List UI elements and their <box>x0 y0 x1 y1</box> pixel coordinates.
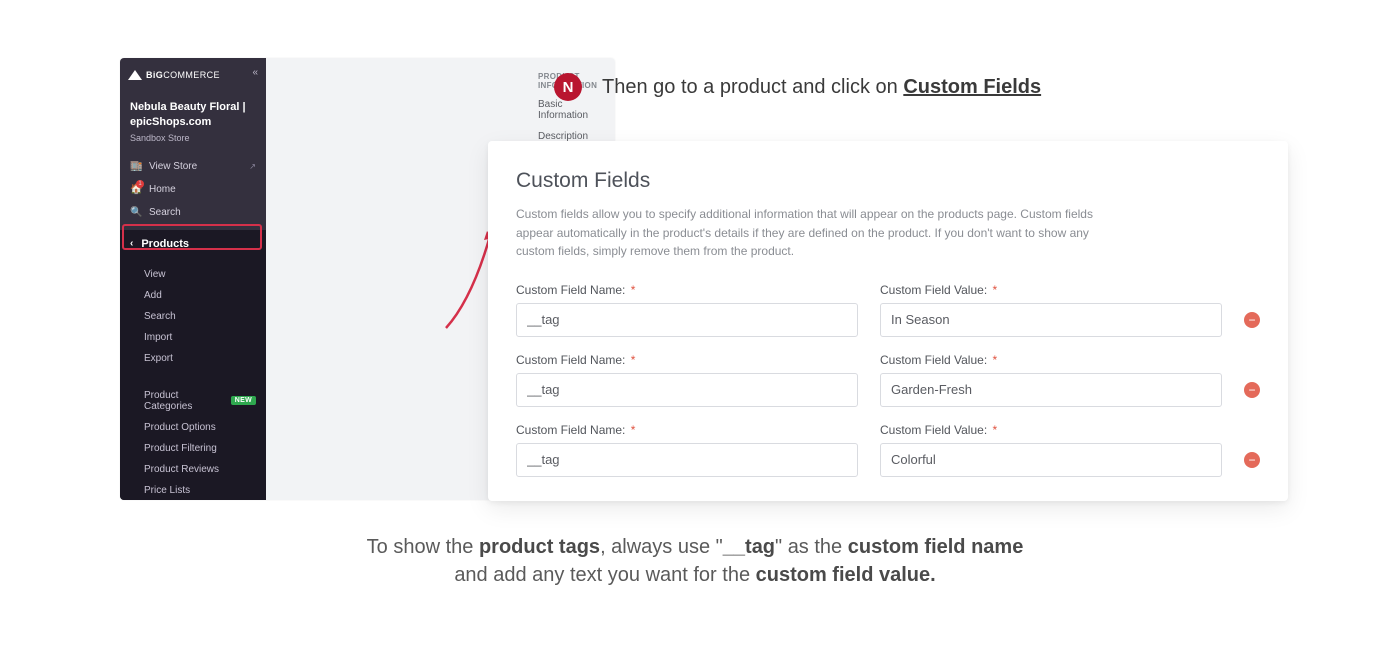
nav-product-categories[interactable]: Product Categories NEW <box>120 385 266 417</box>
search-icon: 🔍 <box>130 207 142 218</box>
custom-fields-panel: Custom Fields Custom fields allow you to… <box>488 141 1288 501</box>
view-store-label: View Store <box>149 161 197 172</box>
cf-description: Custom fields allow you to specify addit… <box>516 205 1116 261</box>
home-label: Home <box>149 184 176 195</box>
home-link[interactable]: 🏠1 Home <box>120 178 266 201</box>
remove-field-button[interactable]: − <box>1244 382 1260 398</box>
nav-product-filtering[interactable]: Product Filtering <box>120 438 266 459</box>
cf-value-label: Custom Field Value: * <box>880 353 1222 367</box>
products-label: Products <box>141 238 189 250</box>
cf-row: Custom Field Name: * Custom Field Value:… <box>516 283 1260 337</box>
step-link: Custom Fields <box>903 76 1041 98</box>
home-icon: 🏠1 <box>130 184 142 195</box>
cf-name-label: Custom Field Name: * <box>516 353 858 367</box>
store-icon: 🏬 <box>130 161 142 172</box>
nav-product-reviews[interactable]: Product Reviews <box>120 459 266 480</box>
products-extra: Product Categories NEW Product Options P… <box>120 377 266 500</box>
store-name: Nebula Beauty Floral | epicShops.com <box>130 100 256 130</box>
cf-value-label: Custom Field Value: * <box>880 423 1222 437</box>
products-heading[interactable]: ‹ Products <box>120 230 266 258</box>
remove-field-button[interactable]: − <box>1244 312 1260 328</box>
logo-caret-icon <box>128 70 142 80</box>
notification-badge: 1 <box>136 180 144 188</box>
products-subnav: View Add Search Import Export <box>120 258 266 377</box>
logo-text: BiGCOMMERCE <box>146 70 220 80</box>
cf-name-input[interactable] <box>516 373 858 407</box>
cf-name-input[interactable] <box>516 303 858 337</box>
store-info: Nebula Beauty Floral | epicShops.com San… <box>120 92 266 149</box>
remove-field-button[interactable]: − <box>1244 452 1260 468</box>
subnav-view[interactable]: View <box>120 264 266 285</box>
step-callout: N Then go to a product and click on Cust… <box>554 73 1041 101</box>
cf-row: Custom Field Name: * Custom Field Value:… <box>516 353 1260 407</box>
cf-value-input[interactable] <box>880 373 1222 407</box>
nav-price-lists[interactable]: Price Lists <box>120 480 266 500</box>
collapse-sidebar-icon[interactable]: « <box>252 67 258 78</box>
subnav-search[interactable]: Search <box>120 306 266 327</box>
store-type: Sandbox Store <box>130 133 256 143</box>
subnav-export[interactable]: Export <box>120 348 266 369</box>
top-links: 🏬 View Store ↗ 🏠1 Home 🔍 Search <box>120 149 266 224</box>
view-store-link[interactable]: 🏬 View Store ↗ <box>120 155 266 178</box>
bigcommerce-logo: BiGCOMMERCE « <box>120 58 266 92</box>
subnav-import[interactable]: Import <box>120 327 266 348</box>
cf-row: Custom Field Name: * Custom Field Value:… <box>516 423 1260 477</box>
step-badge: N <box>554 73 582 101</box>
cf-name-input[interactable] <box>516 443 858 477</box>
step-letter: N <box>563 79 574 96</box>
cf-value-input[interactable] <box>880 303 1222 337</box>
nav-product-options[interactable]: Product Options <box>120 417 266 438</box>
cf-title: Custom Fields <box>516 169 1260 193</box>
chevron-left-icon: ‹ <box>130 238 133 249</box>
products-nav: ‹ Products View Add Search Import Export… <box>120 230 266 500</box>
instruction-note: To show the product tags, always use "__… <box>120 533 1270 589</box>
cf-value-label: Custom Field Value: * <box>880 283 1222 297</box>
step-text: Then go to a product and click on Custom… <box>602 76 1041 99</box>
cf-value-input[interactable] <box>880 443 1222 477</box>
cf-name-label: Custom Field Name: * <box>516 423 858 437</box>
new-badge: NEW <box>231 396 256 405</box>
cf-name-label: Custom Field Name: * <box>516 283 858 297</box>
search-label: Search <box>149 207 181 218</box>
external-link-icon: ↗ <box>249 162 256 171</box>
primary-sidebar: BiGCOMMERCE « Nebula Beauty Floral | epi… <box>120 58 266 500</box>
subnav-add[interactable]: Add <box>120 285 266 306</box>
search-link[interactable]: 🔍 Search <box>120 201 266 224</box>
